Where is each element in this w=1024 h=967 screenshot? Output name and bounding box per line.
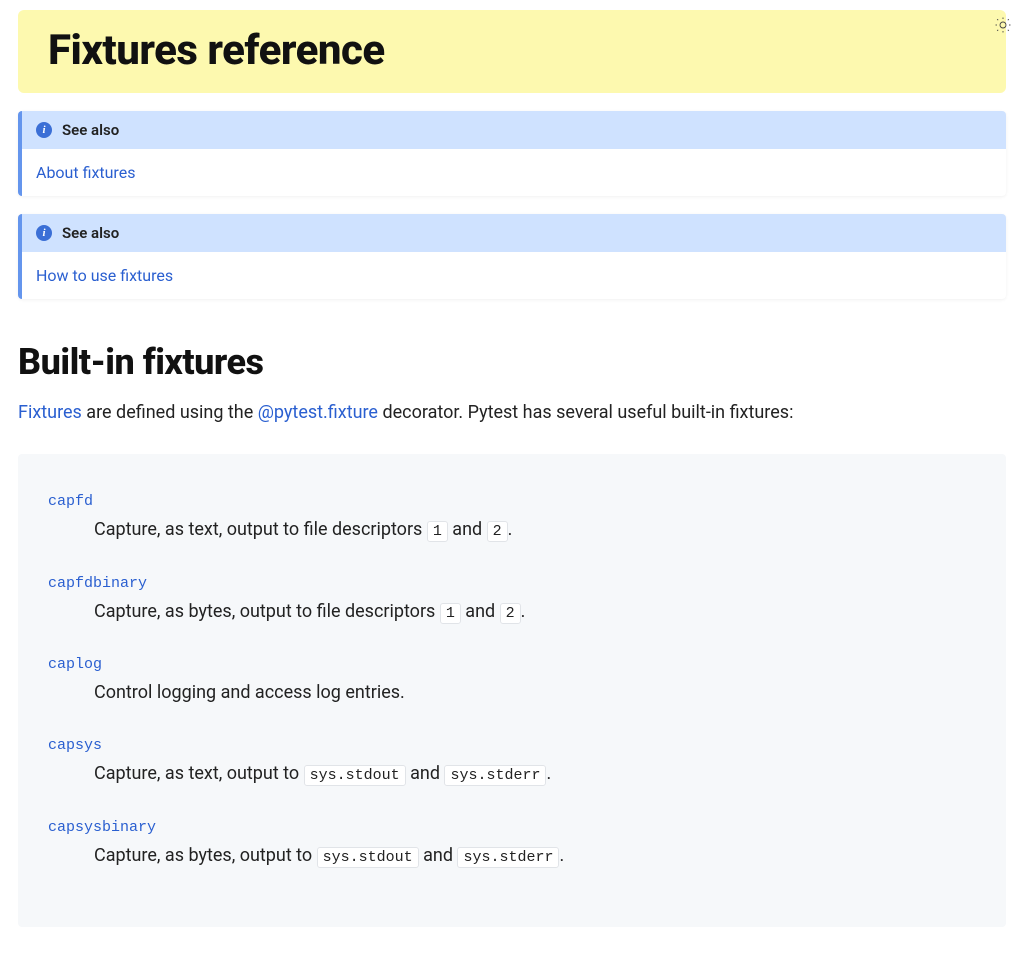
fixture-description: Capture, as text, output to sys.stdout a… bbox=[94, 760, 976, 788]
fixture-name-link[interactable]: capsys bbox=[48, 737, 102, 754]
intro-paragraph: Fixtures are defined using the @pytest.f… bbox=[18, 399, 1006, 426]
see-also-link-how-to-use-fixtures[interactable]: How to use fixtures bbox=[36, 266, 173, 285]
main-content: Fixtures reference i See also About fixt… bbox=[0, 10, 1024, 967]
intro-text: decorator. Pytest has several useful bui… bbox=[378, 402, 793, 423]
see-also-header: i See also bbox=[22, 214, 1006, 252]
code-literal: 1 bbox=[440, 603, 461, 624]
see-also-link-about-fixtures[interactable]: About fixtures bbox=[36, 163, 135, 182]
info-icon: i bbox=[36, 225, 52, 241]
code-literal: 2 bbox=[500, 603, 521, 624]
fixtures-definition-list: capfd Capture, as text, output to file d… bbox=[18, 454, 1006, 927]
fixture-item-caplog: caplog Control logging and access log en… bbox=[48, 653, 976, 706]
see-also-box: i See also About fixtures bbox=[18, 111, 1006, 196]
fixture-name-link[interactable]: capfd bbox=[48, 493, 93, 510]
see-also-label: See also bbox=[62, 121, 119, 139]
fixture-item-capfd: capfd Capture, as text, output to file d… bbox=[48, 490, 976, 544]
fixture-description: Capture, as text, output to file descrip… bbox=[94, 516, 976, 544]
fixture-item-capfdbinary: capfdbinary Capture, as bytes, output to… bbox=[48, 572, 976, 626]
fixture-item-capsysbinary: capsysbinary Capture, as bytes, output t… bbox=[48, 816, 976, 870]
sun-moon-icon bbox=[994, 16, 1012, 34]
fixture-description: Capture, as bytes, output to sys.stdout … bbox=[94, 842, 976, 870]
fixture-description: Capture, as bytes, output to file descri… bbox=[94, 598, 976, 626]
see-also-label: See also bbox=[62, 224, 119, 242]
code-literal: 1 bbox=[427, 521, 448, 542]
fixtures-link[interactable]: Fixtures bbox=[18, 402, 82, 423]
intro-text: are defined using the bbox=[82, 402, 258, 423]
pytest-fixture-decorator-link[interactable]: @pytest.fixture bbox=[258, 402, 378, 423]
code-literal: sys.stdout bbox=[317, 847, 419, 868]
see-also-body: How to use fixtures bbox=[22, 252, 1006, 299]
info-icon: i bbox=[36, 122, 52, 138]
section-title: Built-in fixtures bbox=[18, 341, 1006, 383]
see-also-box: i See also How to use fixtures bbox=[18, 214, 1006, 299]
fixture-description: Control logging and access log entries. bbox=[94, 679, 976, 706]
code-literal: sys.stderr bbox=[457, 847, 559, 868]
theme-toggle-button[interactable] bbox=[994, 16, 1012, 39]
fixture-name-link[interactable]: capfdbinary bbox=[48, 575, 147, 592]
see-also-header: i See also bbox=[22, 111, 1006, 149]
code-literal: sys.stderr bbox=[444, 765, 546, 786]
fixture-name-link[interactable]: caplog bbox=[48, 656, 102, 673]
fixture-item-capsys: capsys Capture, as text, output to sys.s… bbox=[48, 734, 976, 788]
see-also-body: About fixtures bbox=[22, 149, 1006, 196]
page-title: Fixtures reference bbox=[18, 10, 1006, 93]
code-literal: 2 bbox=[487, 521, 508, 542]
code-literal: sys.stdout bbox=[304, 765, 406, 786]
fixture-name-link[interactable]: capsysbinary bbox=[48, 819, 156, 836]
